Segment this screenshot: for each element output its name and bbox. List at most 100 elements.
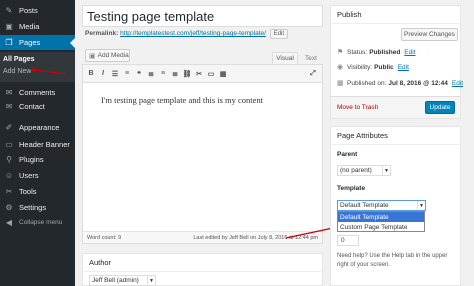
- post-title-input[interactable]: Testing page template: [82, 5, 323, 27]
- unordered-list-icon[interactable]: ☰: [109, 68, 121, 80]
- visibility-edit-link[interactable]: Edit: [398, 64, 409, 71]
- eye-icon: ◉: [337, 64, 344, 71]
- publish-actions: Move to Trash Update: [331, 96, 460, 118]
- fullscreen-icon[interactable]: ⤢: [307, 68, 319, 80]
- align-left-icon[interactable]: ≣: [145, 68, 157, 80]
- align-right-icon[interactable]: ≣: [169, 68, 181, 80]
- order-input[interactable]: 0: [337, 235, 359, 246]
- sidebar-item-contact[interactable]: ✉ Contact: [0, 99, 75, 113]
- ordered-list-icon[interactable]: ≡: [121, 68, 133, 80]
- align-center-icon[interactable]: ≡: [157, 68, 169, 80]
- page-attributes-title: Page Attributes: [331, 127, 460, 145]
- tab-visual[interactable]: Visual: [272, 52, 298, 64]
- sidebar-item-settings[interactable]: ⚙ Settings: [0, 200, 75, 214]
- content-editor: B I ☰ ≡ ❝ ≣ ≡ ≣ ⛓ ✂ ▭ ▦ ⤢ I'm testing pa…: [82, 64, 323, 244]
- sidebar-collapse-menu[interactable]: ◀ Collapse menu: [0, 215, 75, 229]
- status-label: Status:: [347, 48, 368, 56]
- status-edit-link[interactable]: Edit: [404, 49, 415, 56]
- parent-select[interactable]: (no parent) ▼: [337, 165, 391, 176]
- template-option-default[interactable]: Default Template: [338, 212, 424, 222]
- author-box-title: Author: [83, 254, 322, 272]
- collapse-icon: ◀: [5, 217, 13, 227]
- users-icon: ☺: [4, 170, 14, 180]
- parent-value: (no parent): [340, 167, 372, 174]
- link-icon[interactable]: ⛓: [181, 68, 193, 80]
- update-button[interactable]: Update: [425, 101, 455, 114]
- add-media-label: Add Media: [97, 52, 129, 59]
- sidebar-item-appearance[interactable]: ✐ Appearance: [0, 120, 75, 134]
- toolbar-toggle-icon[interactable]: ▦: [217, 68, 229, 80]
- sidebar-item-users[interactable]: ☺ Users: [0, 168, 75, 182]
- sidebar-item-comments[interactable]: ✉ Comments: [0, 85, 75, 99]
- editor-toolbar: B I ☰ ≡ ❝ ≣ ≡ ≣ ⛓ ✂ ▭ ▦ ⤢: [83, 65, 322, 83]
- plugin-icon: ⚲: [6, 154, 12, 164]
- help-text: Need help? Use the Help tab in the upper…: [337, 253, 448, 268]
- chevron-down-icon: ▼: [382, 166, 390, 175]
- visibility-label: Visibility:: [347, 63, 373, 71]
- word-count: Word count: 9: [87, 234, 122, 241]
- published-value: Jul 8, 2016 @ 12:44: [388, 79, 448, 87]
- sidebar-item-plugins[interactable]: ⚲ Plugins: [0, 152, 75, 166]
- blockquote-icon[interactable]: ❝: [133, 68, 145, 80]
- bold-icon[interactable]: B: [85, 68, 97, 80]
- status-value: Published: [369, 48, 401, 56]
- tab-text[interactable]: Text: [300, 52, 322, 64]
- published-edit-link[interactable]: Edit: [452, 80, 463, 87]
- sidebar-item-label: Settings: [19, 202, 47, 212]
- sidebar-item-media[interactable]: ▣ Media: [0, 19, 75, 33]
- sidebar-item-label: Header Banner: [19, 139, 70, 149]
- template-select[interactable]: Default Template ▼: [337, 200, 426, 211]
- brush-icon: ✐: [5, 122, 13, 132]
- publish-box-title: Publish: [331, 6, 460, 24]
- sidebar-item-label: Plugins: [19, 154, 44, 164]
- visibility-value: Public: [374, 63, 394, 71]
- unlink-icon[interactable]: ✂: [193, 68, 205, 80]
- sidebar-item-label: Appearance: [19, 122, 60, 132]
- calendar-icon: ▦: [337, 80, 344, 87]
- sidebar-item-label: Tools: [19, 186, 37, 196]
- admin-sidebar: ✎ Posts ▣ Media ❐ Pages All Pages Add Ne…: [0, 0, 75, 286]
- add-media-button[interactable]: ▣ Add Media: [85, 49, 130, 62]
- italic-icon[interactable]: I: [97, 68, 109, 80]
- annotation-arrow-add-new: [30, 67, 67, 75]
- permalink-label: Permalink:: [85, 30, 119, 37]
- banner-icon: ▭: [5, 139, 13, 149]
- sidebar-item-tools[interactable]: ✂ Tools: [0, 184, 75, 198]
- move-to-trash-link[interactable]: Move to Trash: [337, 104, 378, 111]
- permalink-row: Permalink: http://templatestest.com/jeff…: [85, 29, 289, 39]
- template-value: Default Template: [340, 202, 389, 209]
- read-more-icon[interactable]: ▭: [205, 68, 217, 80]
- tools-icon: ✂: [5, 186, 13, 196]
- visibility-row: ◉ Visibility: Public Edit: [337, 63, 409, 72]
- sidebar-item-pages[interactable]: ❐ Pages: [0, 35, 75, 50]
- author-select[interactable]: Jeff Bell (admin) ▼: [89, 275, 156, 286]
- template-option-custom[interactable]: Custom Page Template: [338, 222, 424, 232]
- sidebar-item-header-banner[interactable]: ▭ Header Banner: [0, 137, 75, 151]
- preview-changes-button[interactable]: Preview Changes: [401, 28, 458, 41]
- sidebar-item-label: Pages: [19, 38, 41, 47]
- submenu-all-pages[interactable]: All Pages: [3, 56, 35, 63]
- chevron-down-icon: ▼: [147, 276, 155, 285]
- permalink-url[interactable]: http://templatestest.com/jeff/testing-pa…: [120, 30, 266, 37]
- published-label: Published on:: [347, 79, 387, 87]
- page-attributes-box: Page Attributes Parent (no parent) ▼ Tem…: [330, 126, 461, 286]
- parent-label: Parent: [337, 151, 358, 158]
- author-value: Jeff Bell (admin): [92, 277, 139, 284]
- sidebar-item-label: Collapse menu: [19, 218, 63, 226]
- pages-icon: ❐: [5, 38, 13, 47]
- published-row: ▦ Published on: Jul 8, 2016 @ 12:44 Edit: [337, 79, 463, 88]
- contact-icon: ✉: [5, 101, 13, 111]
- editor-content[interactable]: I'm testing page template and this is my…: [101, 95, 263, 105]
- chevron-down-icon: ▼: [417, 201, 425, 210]
- comments-icon: ✉: [5, 87, 13, 97]
- settings-icon: ⚙: [5, 202, 13, 212]
- template-dropdown-list: Default Template Custom Page Template: [337, 211, 425, 232]
- sidebar-item-posts[interactable]: ✎ Posts: [0, 3, 75, 17]
- permalink-edit-button[interactable]: Edit: [269, 29, 289, 39]
- current-pointer-icon: [70, 38, 75, 48]
- pin-icon: ✎: [5, 5, 13, 15]
- author-box: Author Jeff Bell (admin) ▼: [82, 253, 323, 286]
- sidebar-item-label: Posts: [19, 5, 38, 15]
- sidebar-item-label: Contact: [19, 101, 45, 111]
- sidebar-item-label: Users: [19, 170, 39, 180]
